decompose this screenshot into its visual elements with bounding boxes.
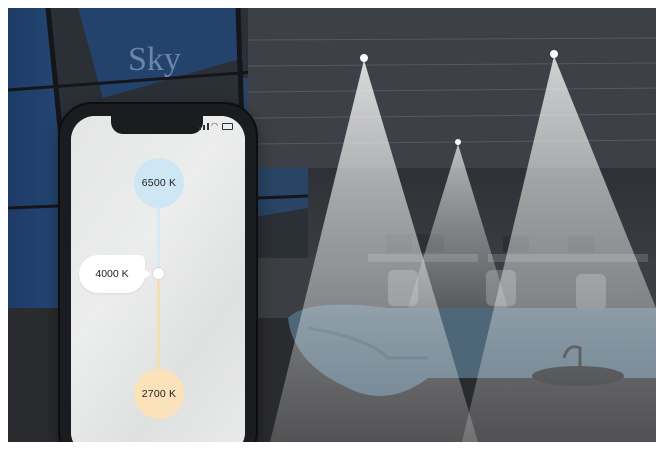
status-bar: ◠ <box>199 122 233 130</box>
cool-temp-preset[interactable]: 6500 K <box>134 158 184 208</box>
phone-notch <box>111 116 203 134</box>
current-temp-label: 4000 K <box>95 268 129 280</box>
slider-track-warm[interactable] <box>157 278 160 369</box>
color-temp-slider-handle[interactable] <box>153 268 164 279</box>
wifi-icon: ◠ <box>211 121 218 130</box>
phone-screen: ◠ 6500 K 4000 K 2700 K <box>71 116 245 442</box>
warm-temp-preset[interactable]: 2700 K <box>134 369 184 419</box>
warm-temp-label: 2700 K <box>141 388 177 400</box>
window-sign-text: Sky <box>128 41 181 78</box>
cool-temp-label: 6500 K <box>141 177 177 189</box>
signal-icon <box>199 127 202 130</box>
current-temp-bubble-pointer <box>141 267 151 281</box>
battery-icon <box>222 123 233 130</box>
light-beam <box>408 144 508 308</box>
slider-track-cool[interactable] <box>157 208 160 274</box>
smartphone: ◠ 6500 K 4000 K 2700 K <box>60 104 256 442</box>
current-temp-bubble: 4000 K <box>79 255 145 293</box>
office-scene: Sky ◠ 6500 K 4000 K 2700 K <box>8 8 656 442</box>
